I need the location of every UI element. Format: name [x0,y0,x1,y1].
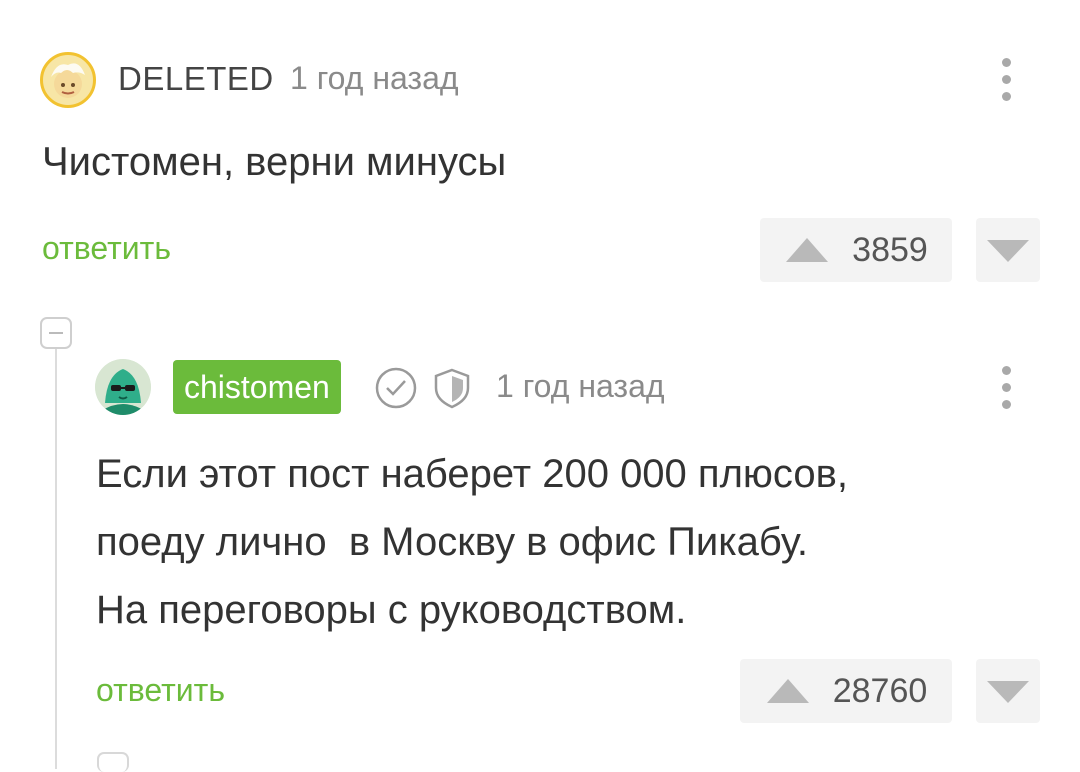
comment-body-line: поеду лично в Москву в офис Пикабу. [96,520,809,564]
more-vert-icon[interactable] [1000,366,1012,412]
more-vert-icon[interactable] [1000,58,1012,104]
comment-body: Если этот пост наберет 200 000 плюсов, п… [96,440,976,644]
comment-author-badge[interactable]: chistomen [173,360,341,414]
comment-author[interactable]: DELETED [118,60,274,98]
comment-score: 3859 [852,230,928,269]
upvote-button[interactable]: 28760 [740,659,952,723]
comment-body: Чистомен, верни минусы [42,140,507,184]
downvote-button[interactable] [976,659,1040,723]
downvote-icon [987,240,1029,262]
upvote-button[interactable]: 3859 [760,218,952,282]
verified-check-icon [374,366,418,410]
shield-icon [430,366,474,410]
collapse-icon[interactable] [97,752,129,772]
thread-line[interactable] [55,349,57,769]
downvote-button[interactable] [976,218,1040,282]
comment-timestamp: 1 год назад [496,368,665,404]
upvote-icon [786,238,829,262]
comment-timestamp: 1 год назад [290,60,459,96]
downvote-icon [987,681,1029,703]
reply-button[interactable]: ответить [96,672,225,709]
upvote-icon [766,679,809,703]
comment-body-line: Если этот пост наберет 200 000 плюсов, [96,452,848,496]
comment-body-line: На переговоры с руководством. [96,588,687,632]
comment-score: 28760 [832,671,928,710]
avatar-deleted-user[interactable] [40,52,96,108]
avatar-chistomen[interactable] [95,359,151,415]
collapse-icon[interactable] [40,317,72,349]
reply-button[interactable]: ответить [42,230,171,267]
